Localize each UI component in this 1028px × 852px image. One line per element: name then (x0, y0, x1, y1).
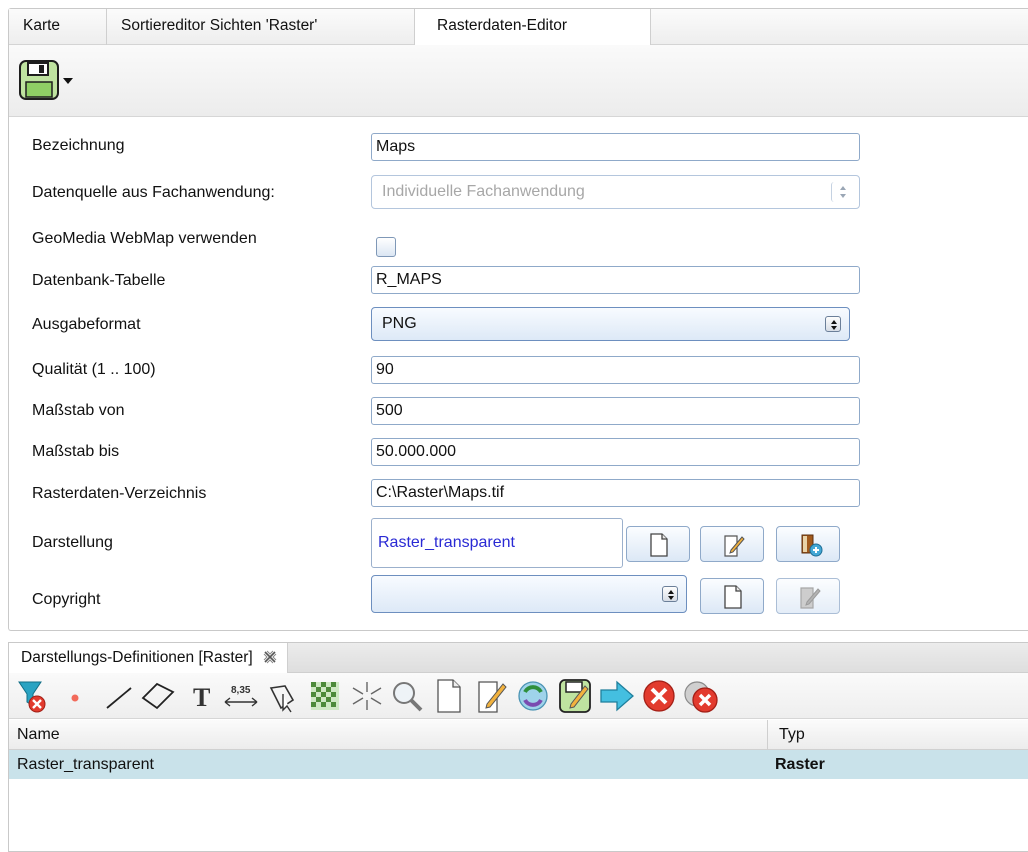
tab-karte[interactable]: Karte (9, 9, 107, 45)
new-document-icon (650, 533, 668, 557)
edit-document-disabled-icon (800, 587, 821, 609)
ausgabeformat-select[interactable]: PNG (371, 307, 850, 341)
delete-icon[interactable] (639, 678, 679, 714)
label-massstab-bis: Maßstab bis (32, 443, 120, 460)
forward-icon[interactable] (597, 678, 637, 714)
tab-rasterdaten-editor[interactable]: Rasterdaten-Editor (415, 9, 651, 45)
datenquelle-value: Individuelle Fachanwendung (382, 183, 585, 200)
darstellungs-definitionen-panel: Darstellungs-Definitionen [Raster] T 8,3… (8, 642, 1028, 852)
cell-typ: Raster (775, 756, 825, 773)
svg-text:8,35: 8,35 (231, 685, 251, 696)
tab-darstellungs-definitionen[interactable]: Darstellungs-Definitionen [Raster] (9, 643, 289, 673)
column-divider[interactable] (767, 720, 768, 750)
label-massstab-von: Maßstab von (32, 402, 125, 419)
table-row[interactable]: Raster_transparent Raster (9, 750, 1028, 779)
rasterdaten-verzeichnis-field[interactable] (371, 479, 860, 507)
column-header-name[interactable]: Name (17, 720, 60, 750)
copyright-new-button[interactable] (700, 578, 764, 614)
grid-header: Name Typ (9, 720, 1028, 750)
tab-label: Darstellungs-Definitionen [Raster] (21, 649, 253, 666)
save-icon[interactable] (555, 678, 595, 714)
select-arrows-icon (662, 586, 678, 602)
bezeichnung-field[interactable] (371, 133, 860, 161)
cell-name: Raster_transparent (17, 756, 154, 773)
main-tabbar: Karte Sortiereditor Sichten 'Raster' Ras… (9, 9, 1028, 45)
datenbank-tabelle-field[interactable] (371, 266, 860, 294)
raster-pattern-icon[interactable] (305, 678, 345, 714)
new-document-icon[interactable] (429, 678, 469, 714)
close-tab-icon[interactable] (263, 650, 277, 664)
massstab-von-field[interactable] (371, 397, 860, 425)
datenquelle-select: Individuelle Fachanwendung (371, 175, 860, 209)
label-qualitaet: Qualität (1 .. 100) (32, 361, 156, 378)
new-document-icon (724, 585, 742, 609)
bottom-tabbar: Darstellungs-Definitionen [Raster] (9, 643, 1028, 673)
delete-all-icon[interactable] (681, 678, 721, 714)
label-rasterdaten-verzeichnis: Rasterdaten-Verzeichnis (32, 485, 207, 502)
select-arrows-icon (825, 316, 841, 332)
darstellung-add-button[interactable] (776, 526, 840, 562)
label-datenquelle: Datenquelle aus Fachanwendung: (32, 184, 275, 201)
darstellung-value-box[interactable]: Raster_transparent (371, 518, 623, 568)
select-polygon-icon[interactable] (263, 678, 303, 714)
svg-text:T: T (193, 683, 210, 712)
spinner-arrows-icon (831, 182, 853, 202)
refresh-icon[interactable] (513, 678, 553, 714)
label-datenbank-tabelle: Datenbank-Tabelle (32, 272, 166, 289)
label-darstellung: Darstellung (32, 534, 113, 551)
label-bezeichnung: Bezeichnung (32, 137, 125, 154)
zoom-icon[interactable] (387, 678, 427, 714)
ausgabeformat-value: PNG (382, 315, 417, 332)
copyright-select[interactable] (371, 575, 687, 613)
darstellung-toolbar: T 8,35 (9, 673, 1028, 719)
line-icon[interactable] (97, 678, 137, 714)
edit-icon[interactable] (471, 678, 511, 714)
filter-remove-icon[interactable] (13, 678, 53, 714)
floppy-disk-icon (19, 60, 73, 100)
editor-toolbar (9, 45, 1028, 117)
column-header-typ[interactable]: Typ (779, 720, 805, 750)
darstellung-new-button[interactable] (626, 526, 690, 562)
edit-document-icon (724, 535, 745, 557)
polygon-icon[interactable] (137, 678, 177, 714)
add-book-icon (801, 534, 823, 557)
raster-editor-panel: Karte Sortiereditor Sichten 'Raster' Ras… (8, 8, 1028, 631)
chevron-down-icon (63, 78, 73, 84)
tab-sortiereditor[interactable]: Sortiereditor Sichten 'Raster' (107, 9, 415, 45)
label-ausgabeformat: Ausgabeformat (32, 316, 141, 333)
label-geomedia: GeoMedia WebMap verwenden (32, 230, 257, 247)
geomedia-checkbox[interactable] (376, 237, 396, 257)
darstellung-value: Raster_transparent (378, 534, 515, 551)
darstellung-edit-button[interactable] (700, 526, 764, 562)
dimension-icon[interactable]: 8,35 (221, 678, 261, 714)
label-copyright: Copyright (32, 591, 101, 608)
qualitaet-field[interactable] (371, 356, 860, 384)
save-dropdown-button[interactable] (19, 60, 75, 100)
point-icon[interactable] (57, 678, 97, 714)
text-icon[interactable]: T (179, 678, 219, 714)
massstab-bis-field[interactable] (371, 438, 860, 466)
copyright-edit-button[interactable] (776, 578, 840, 614)
split-icon[interactable] (347, 678, 387, 714)
